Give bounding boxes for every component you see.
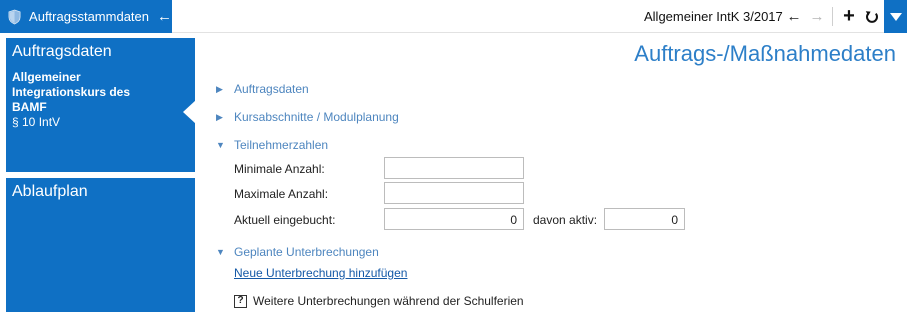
shield-icon xyxy=(8,9,21,24)
current-enrolled-field: 0 xyxy=(384,208,524,230)
section-auftragsdaten[interactable]: ▶ Auftragsdaten xyxy=(216,82,309,96)
current-enrolled-label: Aktuell eingebucht: xyxy=(234,213,336,227)
section-label: Kursabschnitte / Modulplanung xyxy=(234,110,399,124)
max-count-input[interactable] xyxy=(384,182,524,204)
holiday-interruptions-label: Weitere Unterbrechungen während der Schu… xyxy=(253,294,524,308)
add-interruption-link[interactable]: Neue Unterbrechung hinzufügen xyxy=(234,266,407,280)
context-title: Allgemeiner IntK 3/2017 xyxy=(644,9,783,24)
section-label: Auftragsdaten xyxy=(234,82,309,96)
active-count-field: 0 xyxy=(604,208,685,230)
sidebar-item-subtitle: Allgemeiner Integrationskurs des BAMF xyxy=(12,70,131,114)
back-arrow-icon[interactable]: ← xyxy=(157,9,172,24)
section-kursabschnitte[interactable]: ▶ Kursabschnitte / Modulplanung xyxy=(216,110,399,124)
dropdown-menu-button[interactable] xyxy=(884,0,907,33)
section-label: Geplante Unterbrechungen xyxy=(234,245,379,259)
section-teilnehmerzahlen[interactable]: ▼ Teilnehmerzahlen xyxy=(216,138,328,152)
sidebar-item-ablaufplan[interactable]: Ablaufplan xyxy=(6,178,195,312)
min-count-input[interactable] xyxy=(384,157,524,179)
sidebar-item-title: Ablaufplan xyxy=(12,183,88,200)
toolbar-divider xyxy=(832,7,833,26)
sidebar-item-title: Auftragsdaten xyxy=(12,43,112,60)
indeterminate-checkbox-icon[interactable]: ? xyxy=(234,294,247,308)
collapse-arrow-icon: ▼ xyxy=(216,247,225,257)
chevron-down-icon xyxy=(889,12,902,21)
reset-icon[interactable] xyxy=(861,0,883,33)
page-title: Auftrags-/Maßnahmedaten xyxy=(634,41,896,66)
active-pointer xyxy=(183,100,196,124)
next-arrow-icon[interactable]: → xyxy=(806,0,828,33)
active-label: davon aktiv: xyxy=(533,213,598,227)
app-title-tab[interactable]: Auftragsstammdaten ← xyxy=(0,0,172,33)
expand-arrow-icon: ▶ xyxy=(216,111,223,122)
max-count-label: Maximale Anzahl: xyxy=(234,187,329,201)
expand-arrow-icon: ▶ xyxy=(216,83,223,94)
top-bar: Auftragsstammdaten ← Allgemeiner IntK 3/… xyxy=(0,0,907,33)
add-icon[interactable]: + xyxy=(838,0,860,33)
app-title: Auftragsstammdaten xyxy=(29,9,149,24)
previous-arrow-icon[interactable]: ← xyxy=(783,0,805,33)
holiday-interruptions-checkbox[interactable]: ? Weitere Unterbrechungen während der Sc… xyxy=(234,294,524,308)
section-label: Teilnehmerzahlen xyxy=(234,138,329,152)
sidebar-item-paragraph: § 10 IntV xyxy=(12,115,61,129)
sidebar-item-auftragsdaten[interactable]: Auftragsdaten Allgemeiner Integrationsku… xyxy=(6,38,196,172)
min-count-label: Minimale Anzahl: xyxy=(234,162,325,176)
collapse-arrow-icon: ▼ xyxy=(216,140,225,150)
section-unterbrechungen[interactable]: ▼ Geplante Unterbrechungen xyxy=(216,245,379,259)
